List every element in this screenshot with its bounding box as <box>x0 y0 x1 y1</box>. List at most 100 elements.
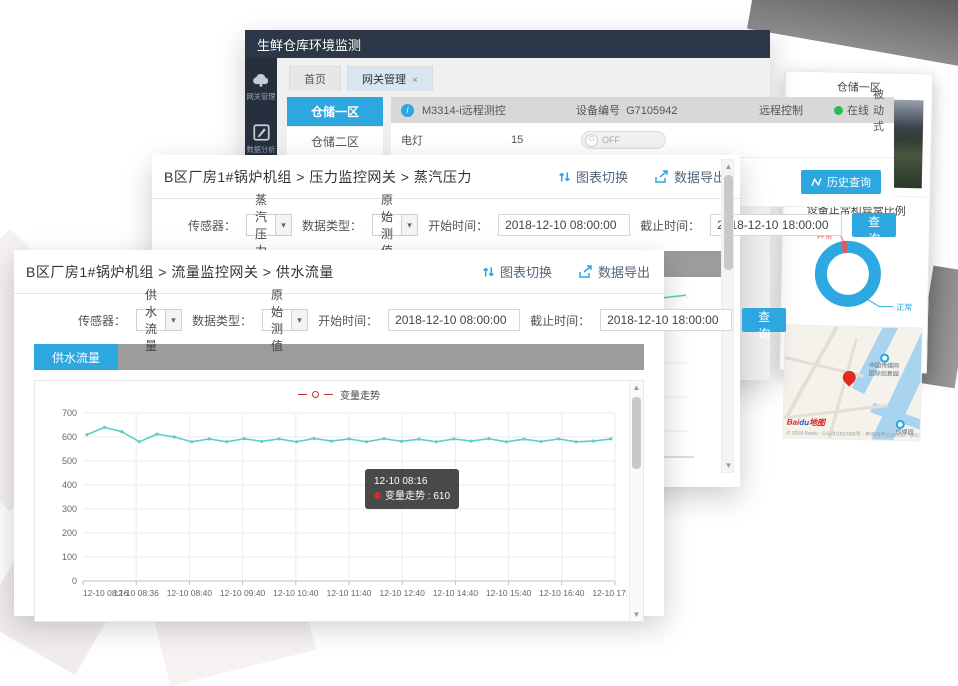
zone-list-item[interactable]: 仓储二区 <box>287 127 383 157</box>
window-titlebar: 生鲜仓库环境监测 <box>245 30 770 58</box>
end-time-input[interactable] <box>600 309 732 331</box>
chevron-down-icon: ▾ <box>291 310 307 330</box>
trend-icon <box>811 177 822 187</box>
line-chart-canvas[interactable]: 010020030040050060070012-10 08:1612-10 0… <box>35 401 627 615</box>
tab-home[interactable]: 首页 <box>289 66 341 91</box>
data-point[interactable] <box>470 439 473 442</box>
data-point[interactable] <box>173 435 176 438</box>
sensor-name: 电灯 <box>401 132 511 148</box>
supply-flow-chart: 变量走势 010020030040050060070012-10 08:1612… <box>34 380 644 622</box>
breadcrumb: B区厂房1#锅炉机组 > 压力监控网关 > 蒸汽压力 <box>164 167 472 187</box>
power-toggle[interactable]: ⭘ OFF <box>581 131 666 149</box>
datatype-label: 数据类型： <box>192 312 252 329</box>
chevron-down-icon: ▾ <box>401 215 417 235</box>
scrollbar-thumb[interactable] <box>724 175 733 270</box>
legend-label: 变量走势 <box>340 387 380 402</box>
device-header-row: i M3314-i远程测控 设备编号 G7105942 远程控制 在线 被动式 <box>391 97 894 123</box>
data-point[interactable] <box>487 437 490 440</box>
device-name: M3314-i远程测控 <box>422 102 572 118</box>
y-tick-label: 100 <box>62 552 77 562</box>
gateway-icon <box>251 72 271 88</box>
datatype-select[interactable]: 原始测值 ▾ <box>372 214 418 236</box>
data-point[interactable] <box>592 439 595 442</box>
data-point[interactable] <box>574 440 577 443</box>
tab-close-icon[interactable]: × <box>412 75 418 86</box>
y-tick-label: 600 <box>62 432 77 442</box>
scroll-up-button[interactable]: ▲ <box>722 160 735 173</box>
swap-arrows-icon <box>558 170 571 184</box>
data-point[interactable] <box>225 440 228 443</box>
data-point[interactable] <box>190 440 193 443</box>
data-export-button[interactable]: 数据导出 <box>654 167 726 186</box>
x-tick-label: 12-10 14:40 <box>433 588 479 598</box>
scroll-down-button[interactable]: ▼ <box>722 459 735 472</box>
x-tick-label: 12-10 15:40 <box>486 588 532 598</box>
data-point[interactable] <box>155 433 158 436</box>
data-export-button[interactable]: 数据导出 <box>578 262 650 281</box>
data-point[interactable] <box>365 440 368 443</box>
chart-switch-button[interactable]: 图表切换 <box>558 167 628 186</box>
sidebar-item-analysis[interactable]: 数据分析 <box>245 124 277 155</box>
supply-flow-window: B区厂房1#锅炉机组 > 流量监控网关 > 供水流量 图表切换 数据导出 传感器… <box>14 250 664 616</box>
chart-legend[interactable]: 变量走势 <box>35 381 643 401</box>
scroll-up-button[interactable]: ▲ <box>630 381 643 394</box>
export-icon <box>654 170 669 184</box>
export-icon <box>578 265 593 279</box>
data-point[interactable] <box>505 440 508 443</box>
sensor-select[interactable]: 供水流量 ▾ <box>136 309 182 331</box>
data-point[interactable] <box>452 437 455 440</box>
chart-switch-button[interactable]: 图表切换 <box>482 262 552 281</box>
data-point[interactable] <box>609 437 612 440</box>
x-tick-label: 12-10 08:36 <box>114 588 160 598</box>
data-point[interactable] <box>540 440 543 443</box>
remote-control-label[interactable]: 远程控制 <box>725 102 803 118</box>
end-time-label: 截止时间： <box>640 217 700 234</box>
zone-list-item[interactable]: 仓储一区 <box>287 97 383 127</box>
map-copyright: © 2018 Baidu - GS(2018)2089号 - 甲测资字11008… <box>787 428 898 438</box>
chevron-down-icon: ▾ <box>275 215 291 235</box>
data-point[interactable] <box>382 437 385 440</box>
history-query-button[interactable]: 历史查询 <box>801 170 881 194</box>
data-point[interactable] <box>260 440 263 443</box>
query-button[interactable]: 查询 <box>852 213 896 237</box>
data-point[interactable] <box>347 437 350 440</box>
data-point[interactable] <box>208 437 211 440</box>
status-badge: 在线 <box>807 102 869 118</box>
data-point[interactable] <box>120 430 123 433</box>
data-point[interactable] <box>417 438 420 441</box>
data-point[interactable] <box>243 437 246 440</box>
x-tick-label: 12-10 12:40 <box>380 588 426 598</box>
scrollbar[interactable]: ▲ ▼ <box>629 381 643 621</box>
start-time-input[interactable] <box>388 309 520 331</box>
window-title: 生鲜仓库环境监测 <box>257 35 361 54</box>
y-tick-label: 500 <box>62 456 77 466</box>
data-point[interactable] <box>400 440 403 443</box>
query-button[interactable]: 查询 <box>742 308 786 332</box>
datatype-select[interactable]: 原始测值 ▾ <box>262 309 308 331</box>
datatype-label: 数据类型： <box>302 217 362 234</box>
data-point[interactable] <box>557 437 560 440</box>
edit-icon <box>253 124 270 141</box>
sensor-value: 15 <box>511 134 581 146</box>
data-point[interactable] <box>85 433 88 436</box>
start-time-input[interactable] <box>498 214 630 236</box>
scroll-down-button[interactable]: ▼ <box>630 608 643 621</box>
data-point[interactable] <box>278 437 281 440</box>
y-tick-label: 300 <box>62 504 77 514</box>
sensor-select[interactable]: 蒸汽压力 ▾ <box>246 214 292 236</box>
data-point[interactable] <box>103 426 106 429</box>
sidebar-item-gateway[interactable]: 网关管理 <box>245 72 277 102</box>
data-point[interactable] <box>435 440 438 443</box>
data-point[interactable] <box>522 438 525 441</box>
scrollbar-thumb[interactable] <box>632 397 641 469</box>
data-point[interactable] <box>330 439 333 442</box>
table-row-light: 电灯 15 ⭘ OFF <box>391 123 894 158</box>
x-tick-label: 12-10 17:40 <box>592 588 627 598</box>
data-point[interactable] <box>312 437 315 440</box>
data-point[interactable] <box>295 440 298 443</box>
tab-gateway-management[interactable]: 网关管理× <box>347 66 433 91</box>
swap-arrows-icon <box>482 265 495 279</box>
breadcrumb: B区厂房1#锅炉机组 > 流量监控网关 > 供水流量 <box>26 262 334 282</box>
tab-supply-flow[interactable]: 供水流量 <box>34 344 118 370</box>
data-point[interactable] <box>138 440 141 443</box>
